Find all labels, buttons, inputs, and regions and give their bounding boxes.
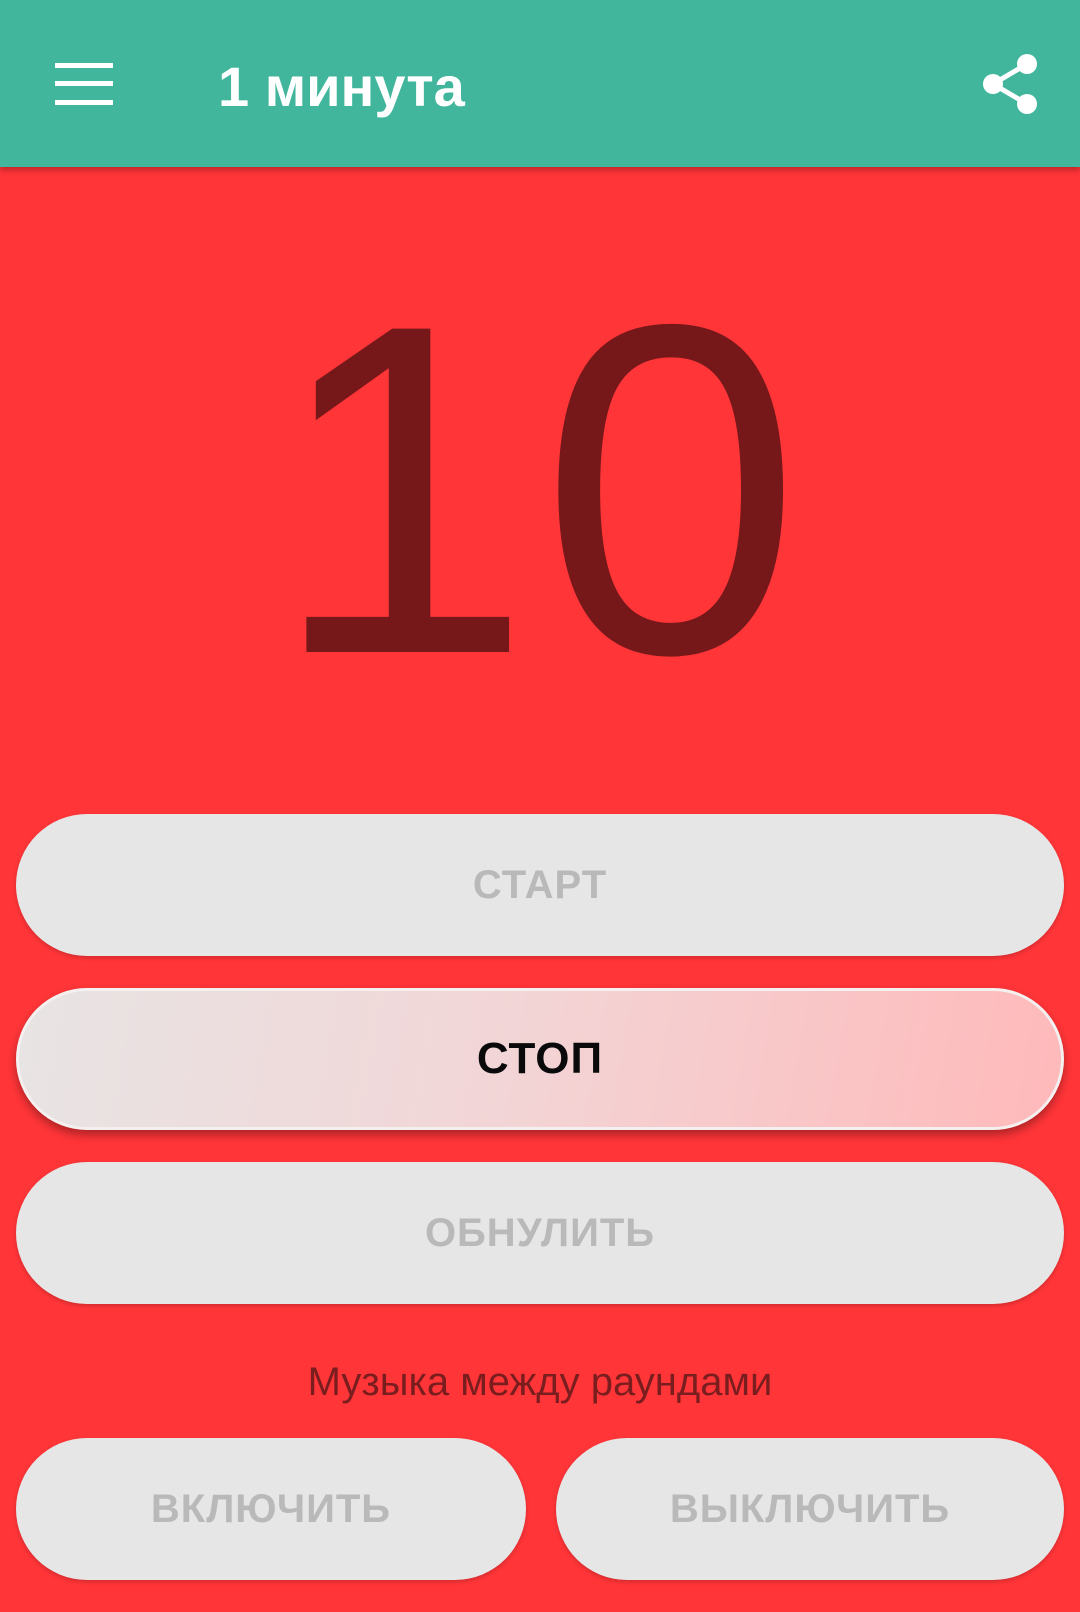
hamburger-menu-icon — [55, 63, 113, 105]
music-between-rounds-label: Музыка между раундами — [307, 1360, 773, 1404]
music-on-button[interactable]: ВКЛЮЧИТЬ — [16, 1438, 526, 1580]
start-button[interactable]: СТАРТ — [16, 814, 1064, 956]
menu-button[interactable] — [40, 44, 128, 124]
app-bar: 1 минута — [0, 0, 1080, 167]
stop-button[interactable]: СТОП — [16, 988, 1064, 1130]
share-icon — [983, 54, 1037, 114]
page-title: 1 минута — [218, 55, 465, 118]
music-off-button[interactable]: ВЫКЛЮЧИТЬ — [556, 1438, 1064, 1580]
timer-counter: 10 — [270, 227, 810, 752]
reset-button[interactable]: ОБНУЛИТЬ — [16, 1162, 1064, 1304]
share-button[interactable] — [970, 44, 1050, 124]
